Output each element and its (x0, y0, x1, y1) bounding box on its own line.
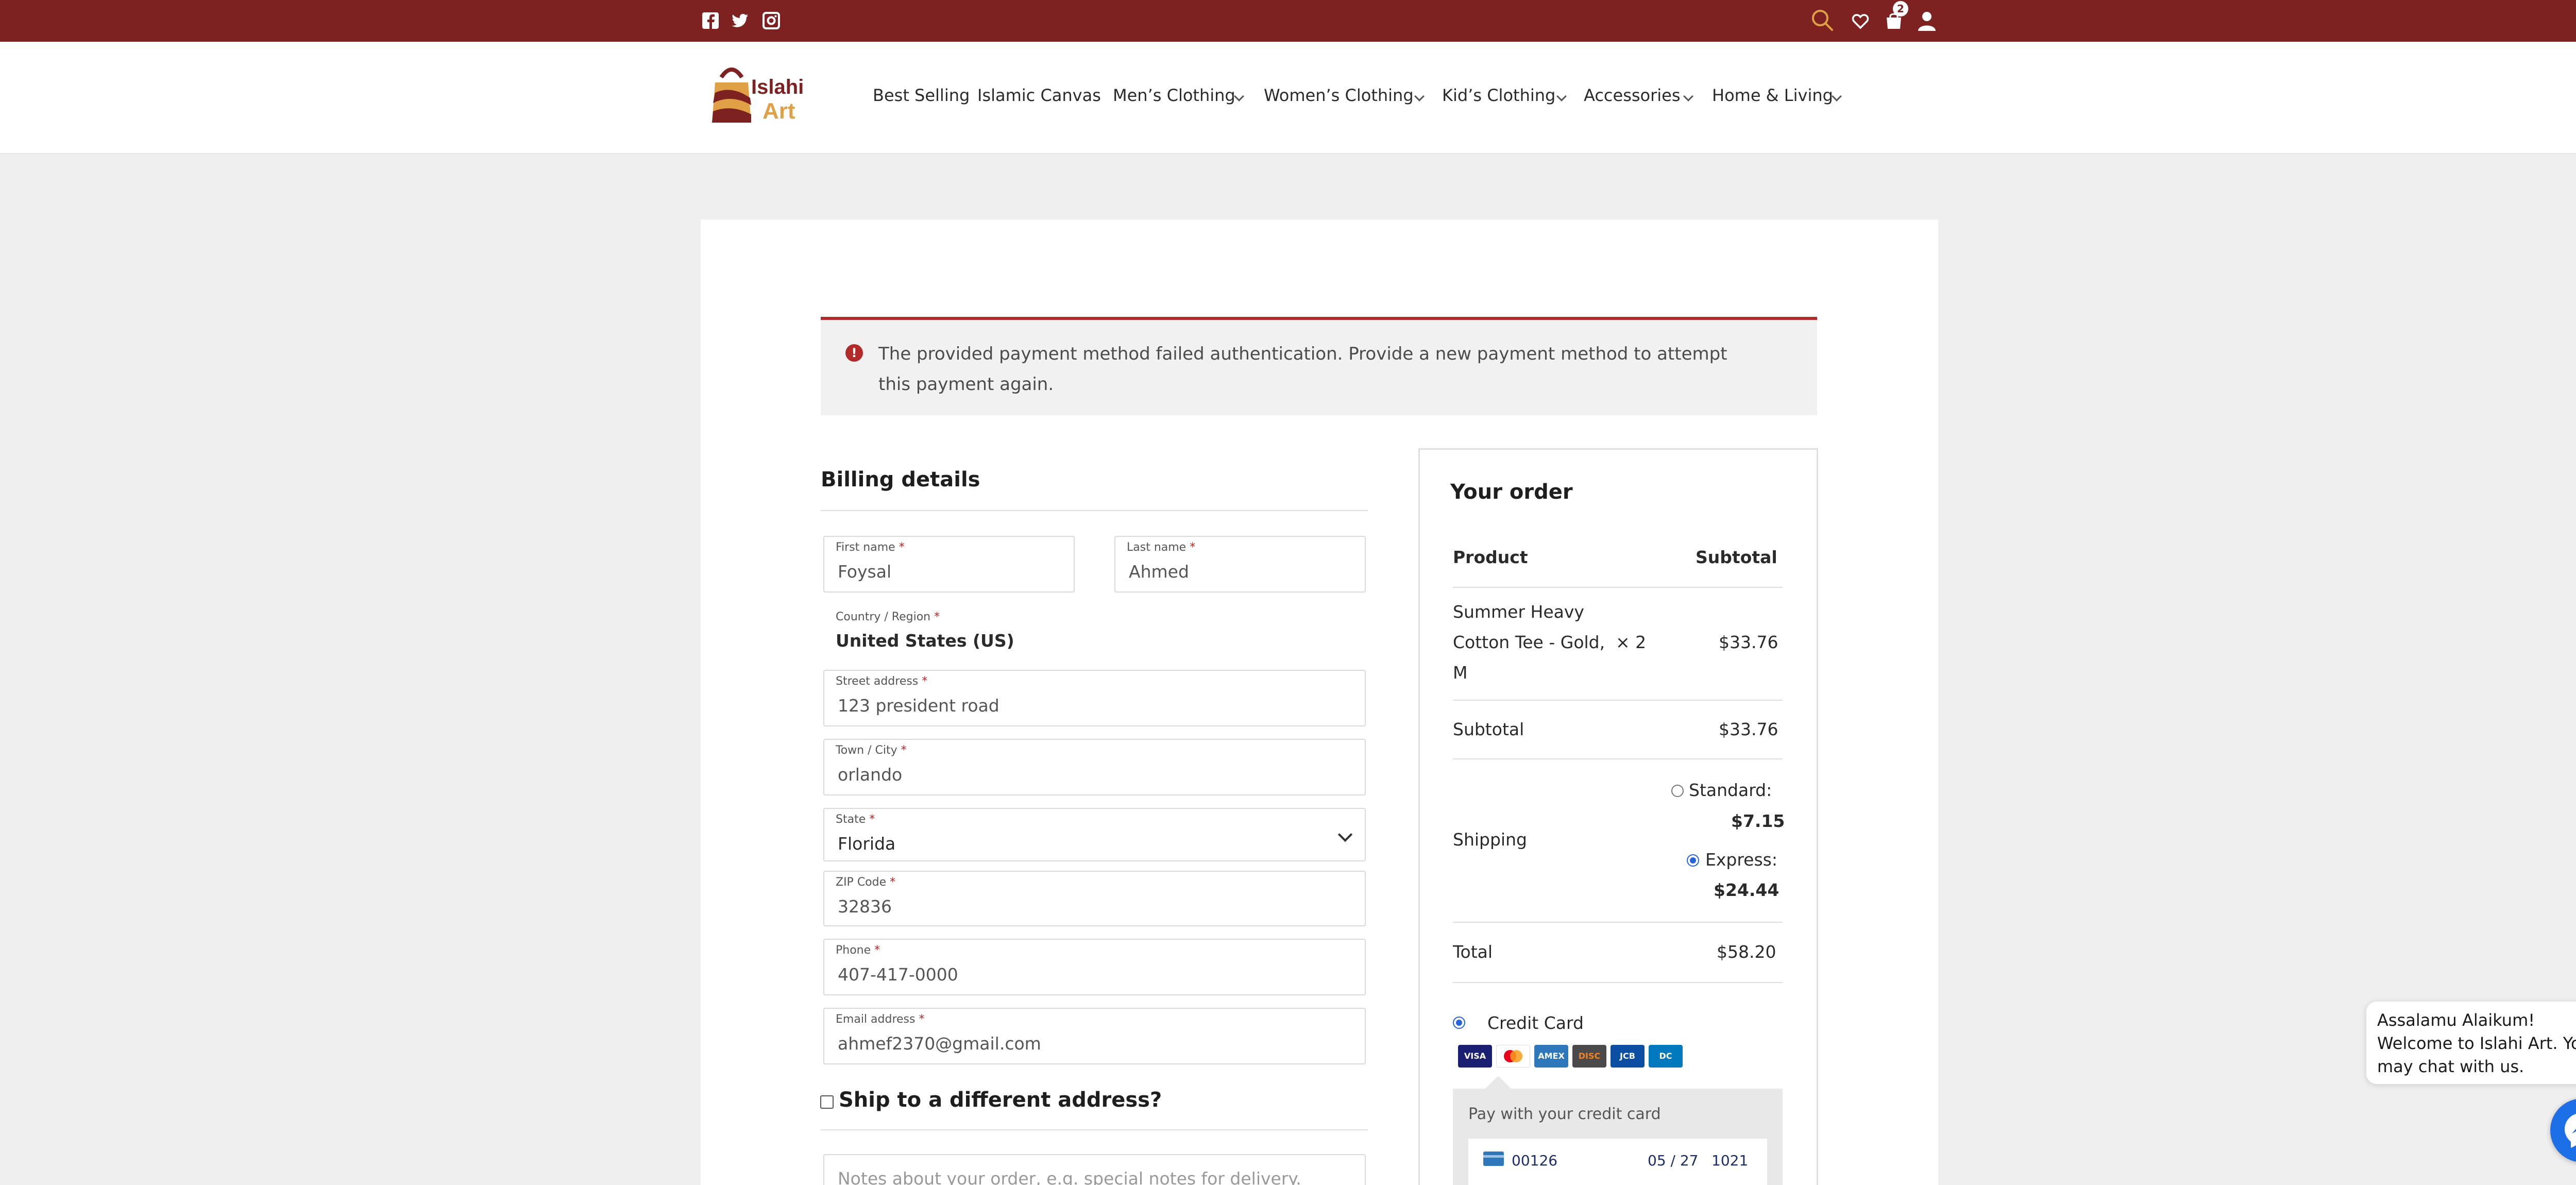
divider (1453, 758, 1783, 759)
card-number-value: 00126 (1512, 1152, 1558, 1169)
last-name-field[interactable]: Last name * Ahmed (1114, 536, 1366, 592)
email-field[interactable]: Email address * ahmef2370@gmail.com (823, 1008, 1366, 1064)
item-price: $33.76 (1719, 632, 1778, 652)
nav-islamic-canvas[interactable]: Islamic Canvas (977, 86, 1101, 105)
item-qty: × 2 (1616, 632, 1647, 652)
instagram-icon[interactable] (762, 11, 781, 30)
shipping-standard-radio[interactable] (1671, 785, 1684, 797)
chevron-down-icon (1337, 827, 1353, 842)
cart-count-badge: 2 (1893, 1, 1908, 16)
diners-card-icon: DC (1649, 1045, 1683, 1068)
divider (821, 510, 1368, 511)
credit-card-icon (1483, 1152, 1504, 1166)
divider (1453, 982, 1783, 983)
visa-card-icon: VISA (1458, 1045, 1492, 1068)
item-name: M (1453, 663, 1468, 683)
wishlist-heart-icon[interactable] (1852, 12, 1869, 30)
nav-home-living[interactable]: Home & Living (1712, 86, 1833, 105)
state-select[interactable]: State * Florida (823, 808, 1366, 861)
error-icon: ! (845, 344, 863, 362)
twitter-icon[interactable] (731, 11, 749, 30)
phone-field[interactable]: Phone * 407-417-0000 (823, 939, 1366, 995)
nav-accessories[interactable]: Accessories (1584, 86, 1681, 105)
shipping-express-price: $24.44 (1714, 880, 1780, 900)
col-subtotal-header: Subtotal (1696, 547, 1777, 567)
divider (1453, 700, 1783, 701)
shipping-standard-label[interactable]: Standard: (1689, 780, 1772, 800)
svg-text:Islahi: Islahi (751, 76, 804, 98)
error-message: The provided payment method failed authe… (878, 344, 1727, 395)
item-name: Summer Heavy (1453, 602, 1584, 622)
divider (1453, 587, 1783, 588)
your-order-title: Your order (1450, 480, 1573, 504)
item-name: Cotton Tee - Gold, (1453, 632, 1605, 652)
pay-with-card-title: Pay with your credit card (1468, 1105, 1661, 1123)
facebook-icon[interactable] (701, 11, 720, 30)
ship-different-checkbox[interactable] (820, 1095, 834, 1109)
nav-womens-clothing[interactable]: Women’s Clothing (1264, 86, 1414, 105)
panel-arrow (1485, 1076, 1512, 1089)
chat-greeting-text: Assalamu Alaikum! Welcome to Islahi Art.… (2377, 1010, 2576, 1076)
country-label: Country / Region * (836, 611, 940, 623)
country-value: United States (US) (836, 631, 1014, 651)
subtotal-label: Subtotal (1453, 719, 1524, 739)
first-name-field[interactable]: First name * Foysal (823, 536, 1075, 592)
shipping-express-label[interactable]: Express: (1705, 850, 1777, 870)
top-bar (0, 0, 2576, 42)
zip-code-field[interactable]: ZIP Code * 32836 (823, 871, 1366, 926)
discover-card-icon: DISC (1572, 1045, 1606, 1068)
order-notes-textarea[interactable]: Notes about your order, e.g. special not… (823, 1154, 1366, 1185)
divider (821, 1129, 1368, 1130)
messenger-icon (2565, 1113, 2576, 1148)
ship-different-label[interactable]: Ship to a different address? (839, 1088, 1162, 1112)
svg-text:Art: Art (762, 98, 795, 124)
account-user-icon[interactable] (1917, 10, 1937, 31)
total-value: $58.20 (1717, 942, 1776, 962)
islahi-art-logo[interactable]: Islahi Art (711, 62, 814, 126)
street-address-field[interactable]: Street address * 123 president road (823, 670, 1366, 726)
shipping-standard-price: $7.15 (1731, 811, 1785, 831)
credit-card-radio[interactable] (1453, 1017, 1465, 1029)
nav-best-selling[interactable]: Best Selling (873, 86, 970, 105)
divider (1453, 922, 1783, 923)
first-name-value: Foysal (838, 562, 892, 582)
col-product-header: Product (1453, 547, 1528, 567)
total-label: Total (1453, 942, 1493, 962)
messenger-chat-button[interactable] (2550, 1098, 2576, 1162)
shipping-label: Shipping (1453, 830, 1527, 850)
last-name-value: Ahmed (1129, 562, 1189, 582)
subtotal-value: $33.76 (1719, 719, 1778, 739)
amex-card-icon: AMEX (1534, 1045, 1568, 1068)
search-icon[interactable] (1810, 8, 1834, 32)
card-expiry-value: 05 / 27 (1648, 1152, 1699, 1169)
jcb-card-icon: JCB (1611, 1045, 1645, 1068)
nav-mens-clothing[interactable]: Men’s Clothing (1113, 86, 1235, 105)
credit-card-label[interactable]: Credit Card (1487, 1013, 1584, 1033)
nav-kids-clothing[interactable]: Kid’s Clothing (1442, 86, 1555, 105)
shipping-express-radio[interactable] (1687, 854, 1699, 867)
billing-details-title: Billing details (821, 468, 980, 492)
mastercard-icon (1496, 1045, 1530, 1068)
card-cvc-value: 1021 (1711, 1152, 1749, 1169)
city-field[interactable]: Town / City * orlando (823, 739, 1366, 795)
